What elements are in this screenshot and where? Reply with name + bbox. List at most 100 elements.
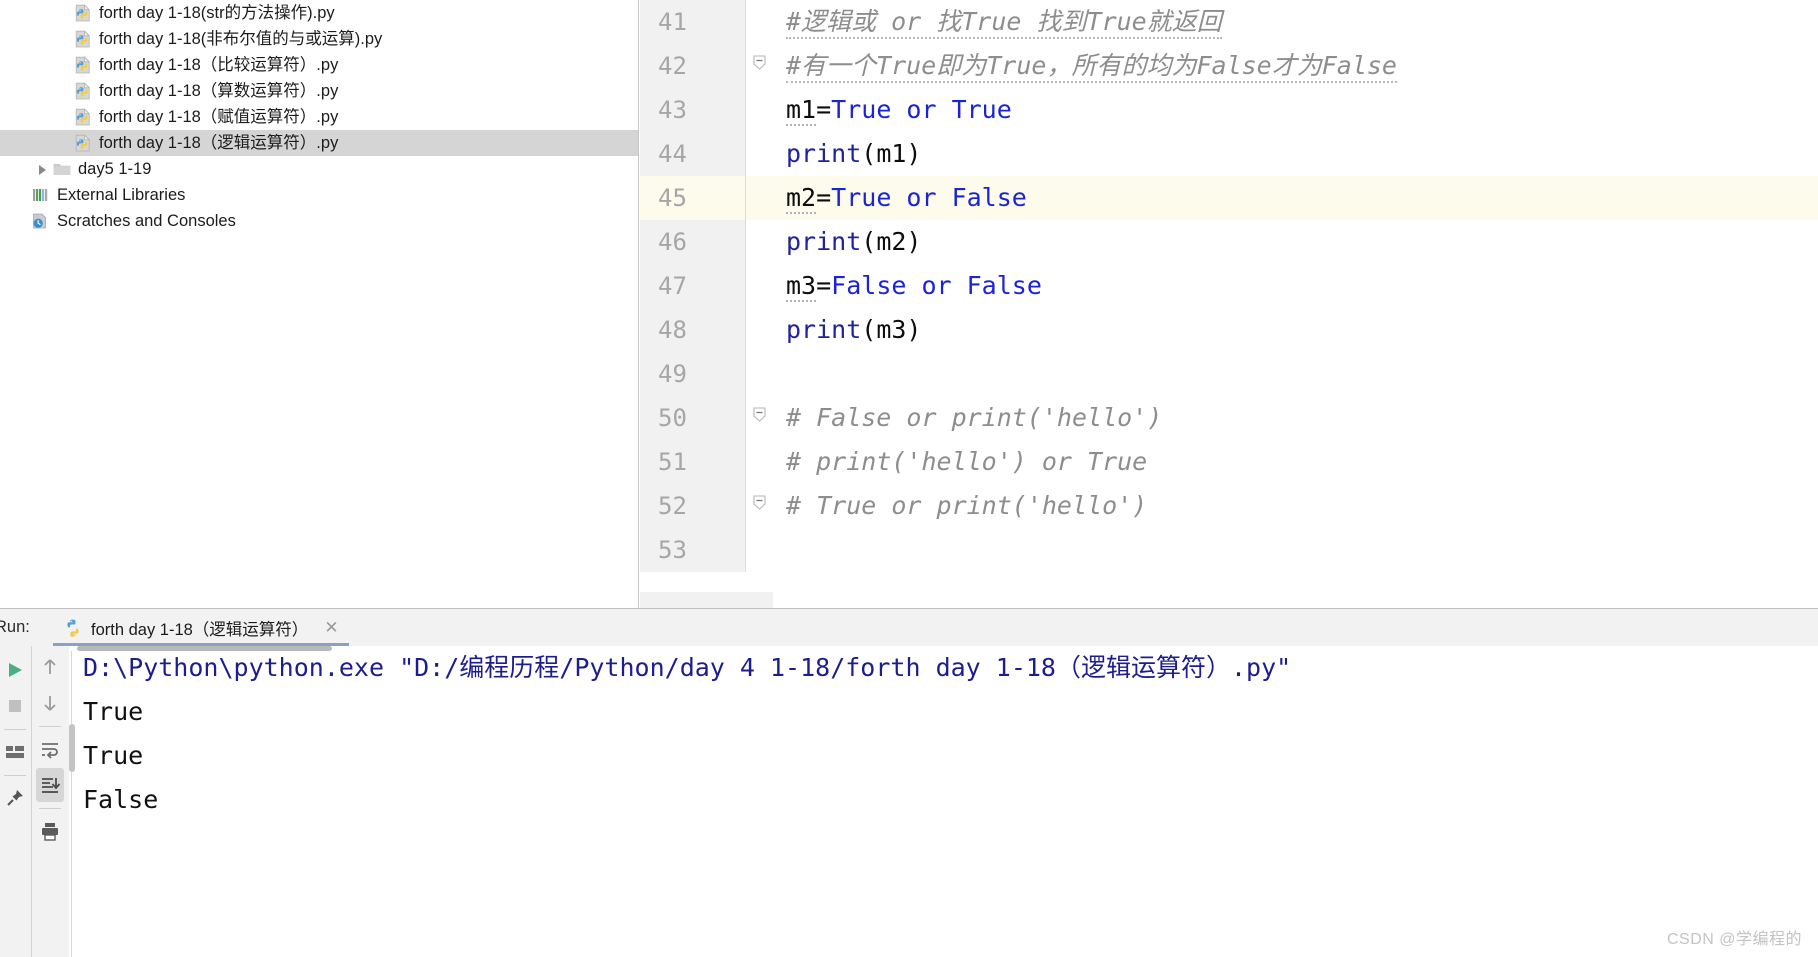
tree-item[interactable]: forth day 1-18(str的方法操作).py: [0, 0, 638, 26]
tree-arrow-placeholder: [13, 186, 31, 204]
fold-collapse-icon[interactable]: [752, 55, 767, 70]
fold-gutter-cell[interactable]: [745, 44, 774, 88]
code-token: (m2): [861, 227, 922, 256]
console-output-line: False: [83, 785, 159, 814]
prev-occurrence-button[interactable]: [36, 650, 64, 684]
code-line-text[interactable]: # False or print('hello'): [774, 396, 1818, 440]
close-icon[interactable]: ✕: [324, 619, 338, 636]
fold-gutter-cell[interactable]: [745, 528, 774, 572]
run-tab-title: forth day 1-18（逻辑运算符）: [91, 620, 309, 639]
code-line-text[interactable]: [774, 352, 1818, 396]
fold-gutter-cell[interactable]: [745, 88, 774, 132]
fold-gutter-cell[interactable]: [745, 440, 774, 484]
tree-item-label: forth day 1-18(非布尔值的与或运算).py: [99, 30, 383, 48]
code-line[interactable]: 47 m3=False or False: [640, 264, 1818, 308]
tree-item-label: forth day 1-18（逻辑运算符）.py: [99, 134, 339, 152]
line-number: 50: [640, 396, 745, 440]
code-token: =: [816, 95, 832, 124]
tree-item[interactable]: forth day 1-18（比较运算符）.py: [0, 52, 638, 78]
code-line[interactable]: 43 m1=True or True: [640, 88, 1818, 132]
code-line[interactable]: 46 print(m2): [640, 220, 1818, 264]
fold-gutter-cell[interactable]: [745, 308, 774, 352]
code-line-text[interactable]: #有一个True即为True，所有的均为False才为False: [774, 44, 1818, 88]
run-window-label: Run:: [0, 618, 30, 636]
top-region: forth day 1-18(str的方法操作).py forth day 1-1…: [0, 0, 1818, 608]
code-line[interactable]: 50 # False or print('hello'): [640, 396, 1818, 440]
code-line-text[interactable]: #逻辑或 or 找True 找到True就返回: [774, 0, 1818, 44]
run-tab[interactable]: forth day 1-18（逻辑运算符） ✕: [53, 610, 349, 646]
code-line-text[interactable]: # print('hello') or True: [774, 440, 1818, 484]
line-number: 44: [640, 132, 745, 176]
code-line[interactable]: 42 #有一个True即为True，所有的均为False才为False: [640, 44, 1818, 88]
code-token: =: [816, 183, 832, 212]
code-line-text[interactable]: print(m1): [774, 132, 1818, 176]
tree-item[interactable]: day5 1-19: [0, 156, 638, 182]
fold-collapse-icon[interactable]: [752, 495, 767, 510]
line-number: 42: [640, 44, 745, 88]
soft-wrap-button[interactable]: [36, 732, 64, 766]
stop-button[interactable]: [1, 689, 29, 723]
python-file-icon: [73, 3, 93, 23]
code-token: True or False: [831, 183, 1027, 212]
code-line-text[interactable]: m2=True or False: [774, 176, 1818, 220]
console-scrollbar-thumb[interactable]: [69, 724, 75, 772]
tree-item[interactable]: forth day 1-18（赋值运算符）.py: [0, 104, 638, 130]
fold-gutter-cell[interactable]: [745, 352, 774, 396]
code-line[interactable]: 52 # True or print('hello'): [640, 484, 1818, 528]
run-button[interactable]: [1, 653, 29, 687]
line-number: 53: [640, 528, 745, 572]
next-occurrence-button[interactable]: [36, 686, 64, 720]
fold-collapse-icon[interactable]: [752, 407, 767, 422]
tree-item[interactable]: forth day 1-18（逻辑运算符）.py: [0, 130, 638, 156]
print-button[interactable]: [36, 814, 64, 848]
fold-gutter-cell[interactable]: [745, 176, 774, 220]
fold-gutter-cell[interactable]: [745, 484, 774, 528]
code-line[interactable]: 49: [640, 352, 1818, 396]
fold-gutter-cell[interactable]: [745, 396, 774, 440]
scroll-to-end-button[interactable]: [36, 768, 64, 802]
fold-gutter-cell[interactable]: [745, 132, 774, 176]
line-number: 52: [640, 484, 745, 528]
csdn-watermark: CSDN @学编程的: [1666, 931, 1802, 948]
tree-item[interactable]: Scratches and Consoles: [0, 208, 638, 234]
layout-button[interactable]: [1, 735, 29, 769]
fold-gutter-cell[interactable]: [745, 0, 774, 44]
code-line[interactable]: 41 #逻辑或 or 找True 找到True就返回: [640, 0, 1818, 44]
tree-item[interactable]: External Libraries: [0, 182, 638, 208]
code-line[interactable]: 53: [640, 528, 1818, 572]
tree-item[interactable]: forth day 1-18(非布尔值的与或运算).py: [0, 26, 638, 52]
tree-item-label: forth day 1-18（算数运算符）.py: [99, 82, 339, 100]
code-line-text[interactable]: m3=False or False: [774, 264, 1818, 308]
run-tab-bar: Run: forth day 1-18（逻辑运算符） ✕: [0, 609, 1818, 646]
tree-arrow-placeholder: [13, 212, 31, 230]
code-line[interactable]: 48 print(m3): [640, 308, 1818, 352]
code-line[interactable]: 51 # print('hello') or True: [640, 440, 1818, 484]
external-libraries-icon: [31, 185, 51, 205]
folder-icon: [52, 159, 72, 179]
code-line[interactable]: 45 m2=True or False: [640, 176, 1818, 220]
code-lines-container: 41 #逻辑或 or 找True 找到True就返回 42 #有一个True即为Tru…: [640, 0, 1818, 608]
pin-button[interactable]: [1, 781, 29, 815]
fold-gutter-cell[interactable]: [745, 220, 774, 264]
code-line-text[interactable]: [774, 528, 1818, 572]
project-tree-panel[interactable]: forth day 1-18(str的方法操作).py forth day 1-1…: [0, 0, 639, 608]
code-token: # print('hello') or True: [786, 447, 1148, 476]
code-line-text[interactable]: # True or print('hello'): [774, 484, 1818, 528]
fold-gutter-cell[interactable]: [745, 264, 774, 308]
chevron-right-icon[interactable]: [34, 160, 52, 178]
code-line-text[interactable]: m1=True or True: [774, 88, 1818, 132]
code-line-text[interactable]: print(m2): [774, 220, 1818, 264]
tree-item-label: Scratches and Consoles: [57, 212, 236, 230]
code-editor[interactable]: 41 #逻辑或 or 找True 找到True就返回 42 #有一个True即为Tru…: [640, 0, 1818, 608]
code-line[interactable]: 44 print(m1): [640, 132, 1818, 176]
tree-item[interactable]: forth day 1-18（算数运算符）.py: [0, 78, 638, 104]
console-output[interactable]: D:\Python\python.exe "D:/编程历程/Python/day…: [69, 646, 1818, 957]
code-line-text[interactable]: print(m3): [774, 308, 1818, 352]
console-output-line: True: [83, 697, 144, 726]
tree-item-label: forth day 1-18（赋值运算符）.py: [99, 108, 339, 126]
run-tool-window: Run: forth day 1-18（逻辑运算符） ✕ D:\Python\p…: [0, 609, 1818, 957]
